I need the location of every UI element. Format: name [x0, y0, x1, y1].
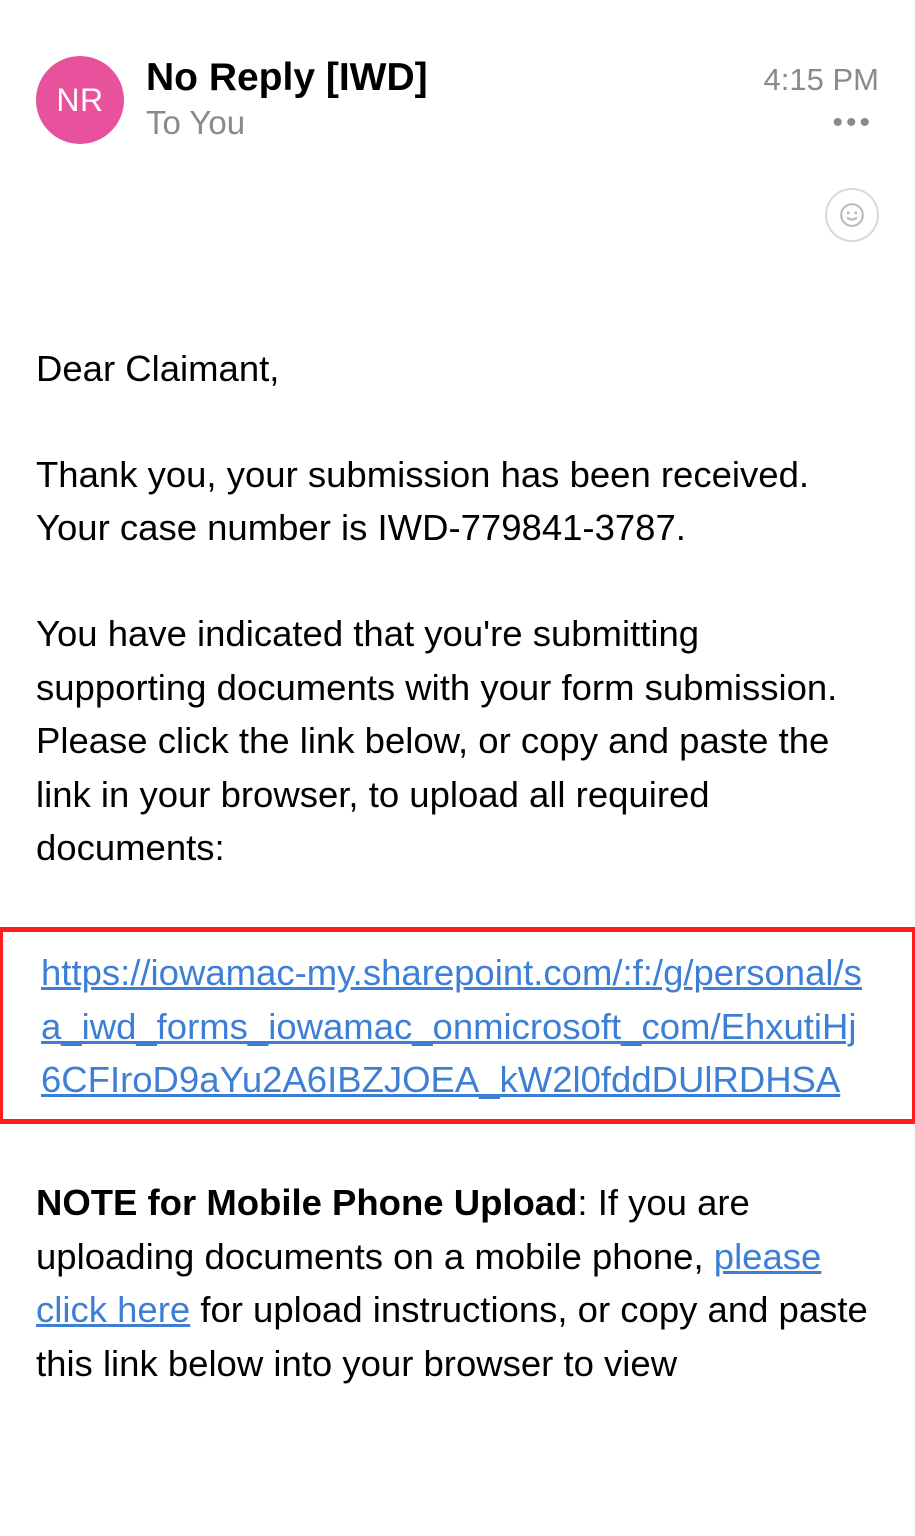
sender-avatar[interactable]: NR — [36, 56, 124, 144]
paragraph-submission: Thank you, your submission has been rece… — [36, 448, 879, 555]
mobile-note: NOTE for Mobile Phone Upload: If you are… — [36, 1176, 879, 1391]
smile-icon — [839, 202, 865, 228]
avatar-initials: NR — [56, 82, 103, 119]
email-header: NR No Reply [IWD] 4:15 PM To You ••• — [36, 0, 879, 144]
note-label: NOTE for Mobile Phone Upload — [36, 1182, 577, 1223]
highlighted-link-box: https://iowamac-my.sharepoint.com/:f:/g/… — [0, 927, 915, 1124]
paragraph-instructions: You have indicated that you're submittin… — [36, 607, 879, 875]
header-info: No Reply [IWD] 4:15 PM To You ••• — [146, 56, 879, 142]
more-actions-icon[interactable]: ••• — [832, 106, 879, 140]
greeting: Dear Claimant, — [36, 342, 879, 396]
react-button[interactable] — [825, 188, 879, 242]
recipient[interactable]: To You — [146, 104, 245, 142]
sender-name[interactable]: No Reply [IWD] — [146, 56, 428, 100]
upload-link[interactable]: https://iowamac-my.sharepoint.com/:f:/g/… — [41, 952, 862, 1100]
email-body: Dear Claimant, Thank you, your submissio… — [36, 242, 879, 1391]
timestamp: 4:15 PM — [764, 62, 879, 98]
